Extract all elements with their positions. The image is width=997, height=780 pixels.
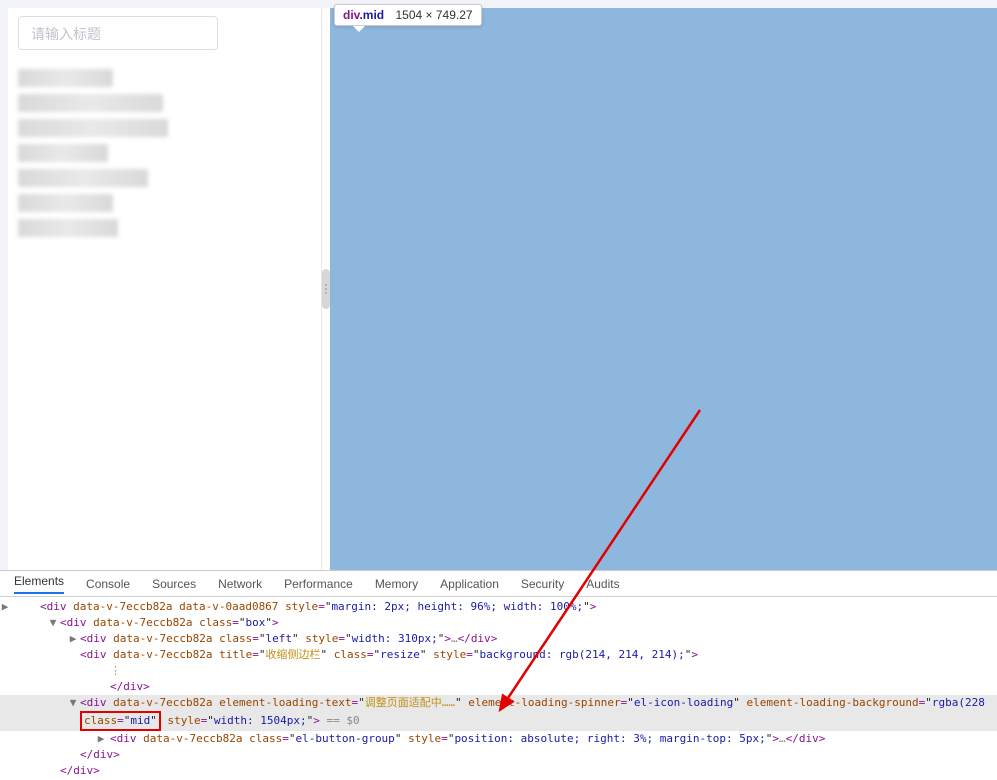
dom-row[interactable]: ▶ <div data-v-7eccb82a class="el-button-… [0, 731, 997, 747]
devtools-tabs: Elements Console Sources Network Perform… [0, 571, 997, 597]
chevron-right-icon[interactable]: ▶ [0, 599, 10, 615]
dom-row-close[interactable]: </div> [0, 747, 997, 763]
list-item[interactable] [18, 219, 118, 237]
tab-elements[interactable]: Elements [14, 574, 64, 594]
dom-row[interactable]: ▼ <div data-v-7eccb82a class="box"> [0, 615, 997, 631]
chevron-down-icon[interactable]: ▼ [68, 695, 78, 711]
tab-performance[interactable]: Performance [284, 577, 353, 591]
highlight-box: class="mid" [80, 711, 161, 731]
inspect-tooltip: div.mid 1504 × 749.27 [334, 4, 482, 26]
tab-console[interactable]: Console [86, 577, 130, 591]
dom-vdots: ⋮ [0, 663, 997, 679]
grip-icon [322, 269, 330, 309]
sidebar-list [8, 60, 321, 246]
app-area: 请输入标题 [0, 0, 997, 570]
tab-sources[interactable]: Sources [152, 577, 196, 591]
tooltip-class: .mid [359, 8, 384, 22]
left-pane: 请输入标题 [8, 8, 322, 570]
chevron-down-icon[interactable]: ▼ [48, 615, 58, 631]
list-item[interactable] [18, 69, 113, 87]
dom-row-close[interactable]: </div> [0, 679, 997, 695]
tab-memory[interactable]: Memory [375, 577, 418, 591]
list-item[interactable] [18, 194, 113, 212]
list-item[interactable] [18, 94, 163, 112]
tab-network[interactable]: Network [218, 577, 262, 591]
dom-row-selected-cont[interactable]: class="mid" style="width: 1504px;"> == $… [0, 711, 997, 731]
tooltip-dimensions: 1504 × 749.27 [395, 8, 472, 22]
tab-audits[interactable]: Audits [586, 577, 619, 591]
dom-row-selected[interactable]: ▼ <div data-v-7eccb82a element-loading-t… [0, 695, 997, 711]
tab-application[interactable]: Application [440, 577, 499, 591]
title-input[interactable]: 请输入标题 [18, 16, 218, 50]
chevron-right-icon[interactable]: ▶ [96, 731, 106, 747]
dom-row[interactable]: ▶ <div data-v-7eccb82a class="left" styl… [0, 631, 997, 647]
dom-row-close[interactable]: </div> [0, 763, 997, 779]
chevron-right-icon[interactable]: ▶ [68, 631, 78, 647]
devtools-panel: Elements Console Sources Network Perform… [0, 570, 997, 780]
dom-row[interactable]: ▶ <div data-v-7eccb82a data-v-0aad0867 s… [0, 599, 997, 615]
mid-pane-highlight [330, 8, 997, 570]
list-item[interactable] [18, 119, 168, 137]
tab-security[interactable]: Security [521, 577, 564, 591]
list-item[interactable] [18, 144, 108, 162]
dom-tree[interactable]: ▶ <div data-v-7eccb82a data-v-0aad0867 s… [0, 597, 997, 779]
dom-row[interactable]: <div data-v-7eccb82a title="收缩侧边栏" class… [0, 647, 997, 663]
resize-handle[interactable] [322, 8, 330, 570]
tooltip-tag: div [343, 8, 359, 22]
list-item[interactable] [18, 169, 148, 187]
